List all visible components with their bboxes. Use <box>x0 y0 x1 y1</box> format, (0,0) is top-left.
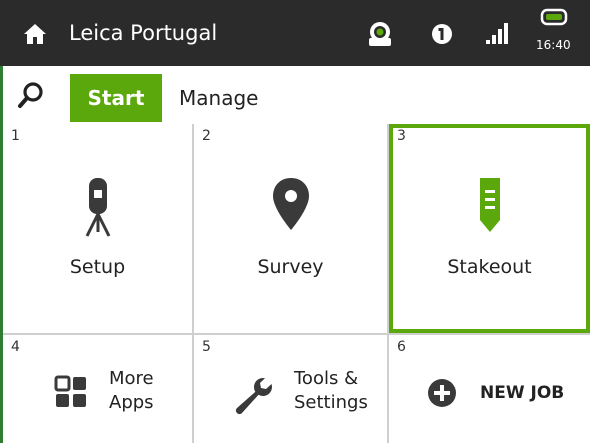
tile-stakeout[interactable]: 3 Stakeout <box>389 124 590 333</box>
app-title: Leica Portugal <box>69 21 218 45</box>
tab-start[interactable]: Start <box>70 74 162 122</box>
tile-number: 4 <box>11 339 20 355</box>
title-bar: Leica Portugal 16:40 <box>0 0 590 66</box>
battery-icon <box>540 8 568 26</box>
tile-number: 3 <box>397 128 406 144</box>
tile-label: NEW JOB <box>480 383 565 403</box>
tile-label-line1: Tools & <box>294 368 359 389</box>
tile-number: 5 <box>202 339 211 355</box>
info-icon[interactable] <box>431 23 453 45</box>
tile-number: 1 <box>11 128 20 144</box>
tile-setup[interactable]: 1 Setup <box>3 124 192 333</box>
plus-circle-icon <box>428 379 456 407</box>
tripod-icon <box>85 178 110 237</box>
gnss-icon[interactable] <box>366 20 394 48</box>
tile-label-line2: Settings <box>294 392 368 413</box>
signal-icon <box>486 23 508 44</box>
clock: 16:40 <box>536 38 571 52</box>
tile-number: 6 <box>397 339 406 355</box>
tile-survey[interactable]: 2 Survey <box>194 124 387 333</box>
tile-number: 2 <box>202 128 211 144</box>
tile-label: Stakeout <box>447 256 532 278</box>
tile-label-line1: More <box>109 368 154 389</box>
tile-label: Survey <box>257 256 324 278</box>
apps-grid-icon <box>54 375 86 407</box>
app-grid: 1 Setup 2 Survey 3 Stakeout 4 More Apps … <box>0 124 590 443</box>
search-icon[interactable] <box>17 81 45 109</box>
tile-tools-settings[interactable]: 5 Tools & Settings <box>194 335 387 443</box>
tile-label: Setup <box>69 256 126 278</box>
wrench-icon <box>235 378 272 415</box>
map-pin-icon <box>272 178 309 230</box>
tile-new-job[interactable]: 6 NEW JOB <box>389 335 590 443</box>
tab-manage[interactable]: Manage <box>179 74 258 122</box>
stake-icon <box>479 178 500 232</box>
tile-label-line2: Apps <box>109 392 154 413</box>
home-icon[interactable] <box>22 21 48 47</box>
tile-more-apps[interactable]: 4 More Apps <box>3 335 192 443</box>
tab-bar: Start Manage <box>0 66 590 124</box>
